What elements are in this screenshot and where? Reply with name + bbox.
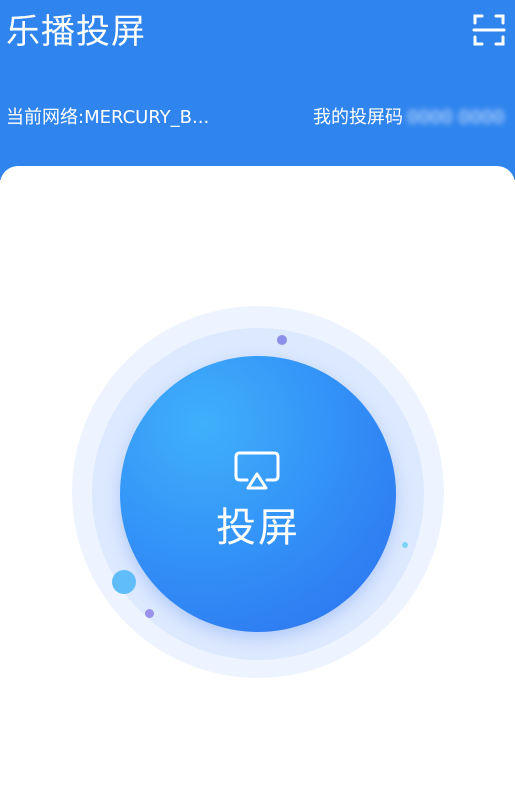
cast-code: 我的投屏码 0000 0000 <box>313 106 504 130</box>
scan-button[interactable] <box>471 12 507 48</box>
scan-icon <box>472 14 506 46</box>
decor-dot <box>145 609 154 618</box>
app-title: 乐播投屏 <box>6 12 146 52</box>
decor-dot <box>402 542 408 548</box>
airplay-icon <box>234 451 280 490</box>
cast-code-value: 0000 0000 <box>407 107 505 128</box>
top-bar: 乐播投屏 当前网络:MERCURY_B... 我的投屏码 0000 0000 <box>0 0 515 180</box>
cast-button[interactable]: 投屏 <box>120 356 396 632</box>
cast-button-label: 投屏 <box>216 505 300 551</box>
current-network: 当前网络:MERCURY_B... <box>6 107 210 128</box>
decor-dot <box>277 335 287 345</box>
cast-code-label: 我的投屏码 <box>313 107 403 128</box>
decor-dot <box>112 570 136 594</box>
